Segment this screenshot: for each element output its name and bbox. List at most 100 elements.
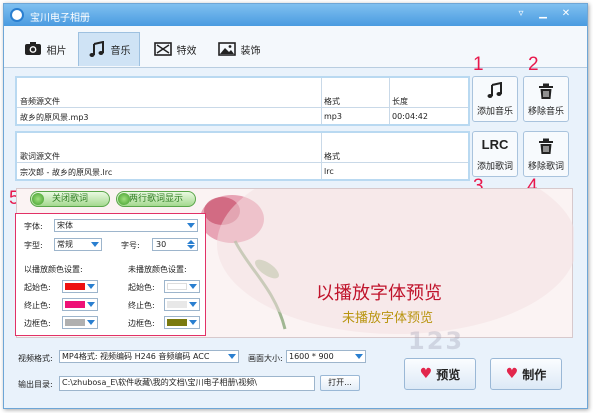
lyrics-header-file: 歌词源文件 — [20, 152, 60, 161]
add-music-button[interactable]: 添加音乐 — [472, 76, 518, 122]
tab-music-label: 音乐 — [110, 46, 131, 57]
music-header-length: 长度 — [392, 97, 408, 106]
make-button-label: 制作 — [522, 367, 547, 382]
music-row-format[interactable]: mp3 — [324, 112, 342, 121]
table-divider — [321, 78, 322, 124]
color-fill — [167, 301, 187, 308]
heart-icon: ♥ — [419, 366, 433, 382]
frame-size-select[interactable]: 1600 * 900 — [286, 350, 366, 363]
lyrics-style-settings: 字体: 宋体 字型: 常规 字号: 30 以播放颜色设置: 未播放颜色设置: 起… — [15, 213, 206, 336]
color-fill — [167, 283, 187, 290]
chevron-down-icon — [355, 354, 363, 359]
lyrics-header-format: 格式 — [324, 152, 340, 161]
tab-decorations-label: 装饰 — [240, 45, 261, 57]
font-size-stepper[interactable]: 30 — [152, 238, 198, 251]
chevron-down-icon — [189, 284, 197, 289]
chevron-down-icon — [189, 320, 197, 325]
decoration-image-icon — [217, 42, 236, 56]
music-row-length[interactable]: 00:04:42 — [392, 112, 428, 121]
unplayed-preview-text: 未播放字体预览 — [342, 311, 434, 326]
music-note-icon — [89, 40, 104, 57]
minimize-icon[interactable]: ▁ — [535, 7, 551, 21]
camera-icon — [24, 42, 41, 55]
unplayed-border-color-picker[interactable] — [164, 316, 200, 329]
tab-effects-label: 特效 — [176, 45, 197, 57]
close-lyrics-toggle[interactable]: 关闭歌词 — [30, 191, 110, 207]
app-logo-icon — [10, 8, 24, 22]
lyrics-file-table[interactable]: 歌词源文件 格式 宗次郎 - 故乡的原风景.lrc lrc — [15, 131, 470, 181]
toggle-knob-icon — [32, 193, 44, 205]
played-end-color-label: 终止色: — [24, 301, 51, 310]
played-preview-text: 以播放字体预览 — [316, 283, 442, 304]
watermark: 123 — [408, 327, 465, 355]
frame-size-value: 1600 * 900 — [289, 352, 334, 361]
played-start-color-label: 起始色: — [24, 283, 51, 292]
table-divider — [17, 107, 468, 108]
played-end-color-picker[interactable] — [62, 298, 98, 311]
trash-icon — [539, 83, 553, 99]
unplayed-start-color-label: 起始色: — [128, 283, 155, 292]
remove-music-button[interactable]: 移除音乐 — [523, 76, 569, 122]
played-border-color-label: 边框色: — [24, 319, 51, 328]
output-dir-value: C:\zhubosa_E\软件收藏\我的文档\宝川电子相册\视频\ — [62, 378, 257, 387]
played-start-color-picker[interactable] — [62, 280, 98, 293]
color-fill — [65, 319, 85, 326]
font-select[interactable]: 宋体 — [54, 219, 198, 232]
output-dir-label: 输出目录: — [18, 380, 53, 389]
music-row-file[interactable]: 故乡的原风景.mp3 — [20, 112, 89, 123]
add-music-label: 添加音乐 — [476, 107, 513, 117]
video-format-value: MP4格式: 视频编码 H246 音频编码 ACC — [62, 352, 210, 361]
tab-photos-label: 相片 — [46, 45, 67, 57]
style-select[interactable]: 常规 — [54, 238, 102, 251]
unplayed-color-title: 未播放颜色设置: — [128, 265, 187, 274]
add-lyrics-button[interactable]: LRC 添加歌词 — [472, 131, 518, 177]
font-size-value: 30 — [156, 240, 167, 249]
tab-music[interactable]: 音乐 — [78, 32, 140, 66]
make-button[interactable]: ♥ 制作 — [490, 358, 562, 390]
font-label: 字体: — [24, 222, 43, 231]
menu-icon[interactable]: ▿ — [513, 7, 529, 21]
table-divider — [17, 162, 468, 163]
annotation-number-2: 2 — [528, 54, 539, 75]
main-tabs: 相片 音乐 特效 装饰 — [4, 26, 587, 68]
tab-photos[interactable]: 相片 — [14, 32, 76, 66]
chevron-down-icon — [189, 302, 197, 307]
tab-effects[interactable]: 特效 — [144, 32, 206, 66]
window-title: 宝川电子相册 — [30, 13, 90, 24]
lyrics-row-format[interactable]: lrc — [324, 167, 334, 176]
remove-music-label: 移除音乐 — [527, 107, 564, 117]
output-dir-field[interactable]: C:\zhubosa_E\软件收藏\我的文档\宝川电子相册\视频\ — [59, 376, 315, 391]
played-border-color-picker[interactable] — [62, 316, 98, 329]
app-window: 宝川电子相册 ▿ ▁ ✕ 相片 音乐 特效 装饰 音频源文件 格式 长度 故乡的… — [3, 3, 588, 409]
chevron-down-icon — [187, 223, 195, 228]
color-fill — [167, 319, 187, 326]
close-icon[interactable]: ✕ — [558, 7, 574, 21]
preview-button[interactable]: ♥ 预览 — [404, 358, 476, 390]
open-folder-button[interactable]: 打开... — [320, 375, 360, 391]
size-label: 字号: — [121, 241, 140, 250]
lyrics-row-file[interactable]: 宗次郎 - 故乡的原风景.lrc — [20, 167, 112, 178]
video-format-select[interactable]: MP4格式: 视频编码 H246 音频编码 ACC — [59, 350, 239, 363]
tab-decorations[interactable]: 装饰 — [208, 32, 270, 66]
style-select-value: 常规 — [57, 240, 73, 249]
chevron-down-icon — [87, 320, 95, 325]
unplayed-start-color-picker[interactable] — [164, 280, 200, 293]
add-lyrics-label: 添加歌词 — [476, 162, 513, 172]
spin-down-icon[interactable] — [187, 245, 195, 249]
font-select-value: 宋体 — [57, 221, 73, 230]
two-line-lyrics-toggle[interactable]: 两行歌词显示 — [116, 191, 196, 207]
music-file-table[interactable]: 音频源文件 格式 长度 故乡的原风景.mp3 mp3 00:04:42 — [15, 76, 470, 126]
style-label: 字型: — [24, 241, 43, 250]
heart-icon: ♥ — [505, 366, 519, 382]
spin-up-icon[interactable] — [187, 240, 195, 244]
unplayed-end-color-picker[interactable] — [164, 298, 200, 311]
two-line-lyrics-label: 两行歌词显示 — [128, 194, 183, 204]
toggle-knob-icon — [118, 193, 130, 205]
frame-size-label: 画面大小: — [248, 354, 283, 363]
music-note-icon — [487, 82, 502, 98]
color-fill — [65, 301, 85, 308]
remove-lyrics-button[interactable]: 移除歌词 — [523, 131, 569, 177]
close-lyrics-label: 关闭歌词 — [51, 194, 88, 204]
open-folder-label: 打开... — [328, 378, 352, 387]
video-format-label: 视频格式: — [18, 354, 53, 363]
